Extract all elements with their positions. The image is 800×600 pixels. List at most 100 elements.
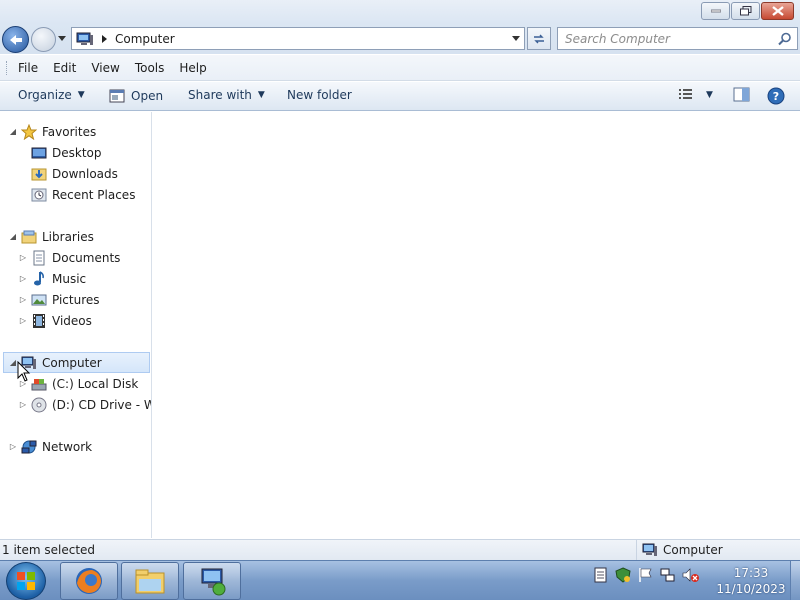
nav-network[interactable]: ▷ Network <box>8 436 92 457</box>
nav-label: Desktop <box>52 145 102 160</box>
network-icon <box>21 440 37 453</box>
nav-local-disk[interactable]: ▷ (C:) Local Disk <box>18 373 138 394</box>
expand-icon[interactable]: ▷ <box>18 253 28 262</box>
address-row: Computer <box>0 24 800 54</box>
clock-date: 11/10/2023 <box>716 582 786 596</box>
expand-icon[interactable]: ▷ <box>18 295 28 304</box>
status-location: Computer <box>636 540 723 560</box>
start-button[interactable] <box>6 562 46 600</box>
nav-libraries[interactable]: ◢ Libraries <box>8 226 94 247</box>
nav-label: Recent Places <box>52 187 136 202</box>
address-location[interactable]: Computer <box>115 32 175 46</box>
open-label: Open <box>131 89 164 103</box>
breadcrumb-chevron-icon[interactable] <box>102 34 107 43</box>
address-dropdown-icon[interactable] <box>512 36 520 41</box>
menu-file[interactable]: File <box>18 61 38 75</box>
search-input[interactable] <box>558 28 758 49</box>
music-icon <box>34 270 44 285</box>
status-bar: 1 item selected Computer <box>0 539 800 560</box>
nav-label: Documents <box>52 250 121 265</box>
back-button[interactable] <box>2 26 29 53</box>
search-box[interactable] <box>557 27 798 50</box>
menu-view[interactable]: View <box>91 61 119 75</box>
desktop-icon <box>31 147 47 158</box>
window-title-bar[interactable] <box>0 0 800 24</box>
refresh-button[interactable] <box>527 27 551 50</box>
preview-pane-icon[interactable] <box>733 87 751 103</box>
star-icon <box>21 123 37 140</box>
collapse-icon[interactable]: ◢ <box>8 232 18 241</box>
nav-downloads[interactable]: Downloads <box>28 163 118 184</box>
videos-icon <box>33 313 45 328</box>
computer-icon <box>76 32 93 45</box>
open-icon <box>109 89 125 103</box>
new-folder-button[interactable]: New folder <box>287 88 352 102</box>
show-desktop-button[interactable] <box>790 561 800 600</box>
folder-icon <box>135 569 165 594</box>
nav-videos[interactable]: ▷ Videos <box>18 310 92 331</box>
search-icon[interactable] <box>778 32 792 46</box>
close-button[interactable] <box>761 2 794 20</box>
nav-recent-places[interactable]: Recent Places <box>28 184 135 205</box>
share-with-label: Share with <box>188 88 252 102</box>
view-list-icon <box>679 89 692 99</box>
collapse-icon[interactable]: ◢ <box>8 127 18 136</box>
cd-drive-icon <box>31 397 47 412</box>
navigation-pane[interactable]: ◢ Favorites Desktop Downloads Recent Pla… <box>0 112 152 538</box>
downloads-folder-icon <box>31 168 47 180</box>
organize-button[interactable]: Organize ▼ <box>18 88 85 102</box>
libraries-icon <box>21 230 37 243</box>
flag-icon[interactable] <box>638 567 654 583</box>
mouse-cursor-icon <box>17 361 31 382</box>
nav-label: (D:) CD Drive - Win <box>52 397 151 412</box>
document-tray-icon[interactable] <box>594 567 608 583</box>
menu-grip <box>6 60 9 75</box>
chevron-down-icon: ▼ <box>257 90 265 100</box>
expand-icon[interactable]: ▷ <box>18 274 28 283</box>
remote-computer-icon <box>201 568 226 596</box>
open-button[interactable]: Open <box>109 88 163 104</box>
share-with-button[interactable]: Share with ▼ <box>188 88 265 102</box>
menu-edit[interactable]: Edit <box>53 61 76 75</box>
recent-places-icon <box>31 188 47 201</box>
nav-desktop[interactable]: Desktop <box>28 142 102 163</box>
file-list-area[interactable] <box>153 112 800 538</box>
nav-cd-drive[interactable]: ▷ (D:) CD Drive - Win <box>18 394 151 415</box>
chevron-down-icon: ▼ <box>77 90 85 100</box>
restore-button[interactable] <box>731 2 760 20</box>
nav-music[interactable]: ▷ Music <box>18 268 86 289</box>
nav-label: Videos <box>52 313 92 328</box>
nav-favorites[interactable]: ◢ Favorites <box>8 121 96 142</box>
nav-label: Downloads <box>52 166 118 181</box>
chevron-down-icon[interactable]: ▼ <box>706 90 713 100</box>
taskbar-remote-app[interactable] <box>183 562 241 600</box>
menu-help[interactable]: Help <box>179 61 206 75</box>
taskbar-firefox[interactable] <box>60 562 118 600</box>
expand-icon[interactable]: ▷ <box>18 316 28 325</box>
pictures-icon <box>31 294 47 305</box>
nav-documents[interactable]: ▷ Documents <box>18 247 120 268</box>
help-icon[interactable]: ? <box>767 87 785 105</box>
minimize-button[interactable] <box>701 2 730 20</box>
system-tray <box>594 567 700 583</box>
status-selection: 1 item selected <box>2 543 96 557</box>
nav-label: Favorites <box>42 124 97 139</box>
menu-tools[interactable]: Tools <box>135 61 165 75</box>
address-bar[interactable]: Computer <box>71 27 525 50</box>
nav-pictures[interactable]: ▷ Pictures <box>18 289 100 310</box>
expand-icon[interactable]: ▷ <box>8 442 18 451</box>
nav-label: Music <box>52 271 87 286</box>
refresh-icon <box>534 34 544 43</box>
svg-text:?: ? <box>773 90 779 103</box>
forward-button[interactable] <box>31 27 56 52</box>
system-clock[interactable]: 17:33 11/10/2023 <box>716 565 786 597</box>
change-view-button[interactable]: ▼ <box>678 88 713 102</box>
taskbar-explorer[interactable] <box>121 562 179 600</box>
volume-muted-icon[interactable] <box>682 567 700 583</box>
organize-label: Organize <box>18 88 72 102</box>
action-center-icon[interactable] <box>614 567 632 583</box>
expand-icon[interactable]: ▷ <box>18 400 28 409</box>
computer-icon <box>642 543 657 556</box>
network-tray-icon[interactable] <box>660 567 676 583</box>
recent-pages-dropdown-icon[interactable] <box>58 36 66 41</box>
